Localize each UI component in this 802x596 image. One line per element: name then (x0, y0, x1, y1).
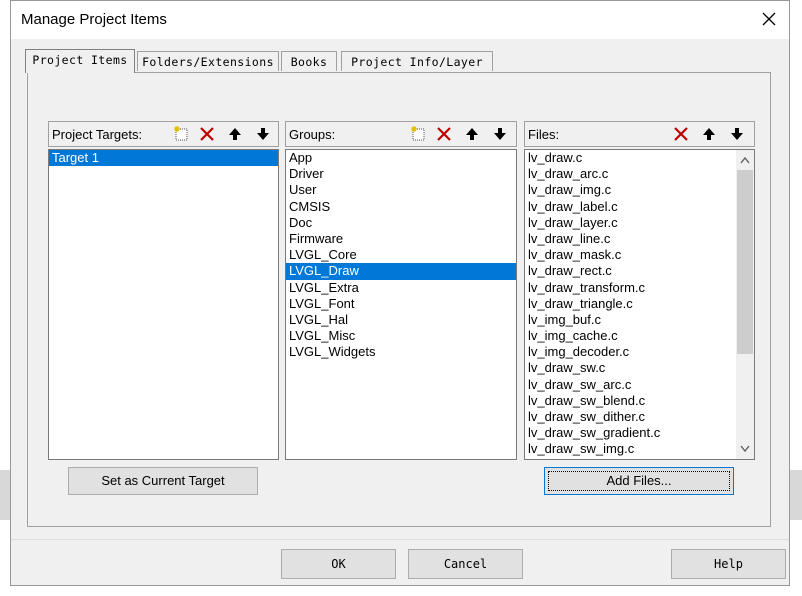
tab-folders-extensions[interactable]: Folders/Extensions (137, 51, 279, 71)
list-item[interactable]: lv_img_buf.c (525, 312, 754, 328)
list-item[interactable]: lv_draw_sw_arc.c (525, 377, 754, 393)
help-button[interactable]: Help (671, 549, 786, 579)
tab-label: Books (290, 55, 328, 69)
list-item[interactable]: LVGL_Core (286, 247, 516, 263)
move-file-down-icon[interactable] (726, 124, 748, 144)
delete-group-icon[interactable] (433, 124, 455, 144)
tab-project-items[interactable]: Project Items (25, 49, 135, 73)
list-item[interactable]: lv_draw_img.c (525, 182, 754, 198)
files-header: Files: (524, 121, 755, 147)
list-item[interactable]: lv_draw.c (525, 150, 754, 166)
list-item[interactable]: LVGL_Misc (286, 328, 516, 344)
manage-project-items-dialog: Manage Project Items Project Items Folde… (10, 0, 790, 586)
list-item[interactable]: lv_draw_sw_gradient.c (525, 425, 754, 441)
files-header-label: Files: (528, 127, 560, 142)
groups-list[interactable]: App Driver User CMSIS Doc Firmware LVGL_… (285, 149, 517, 460)
title-bar: Manage Project Items (11, 1, 789, 39)
tab-panel-project-items: Project Targets: Target 1 Groups: App Dr… (27, 72, 771, 527)
list-item[interactable]: lv_draw_line.c (525, 231, 754, 247)
set-target-label: Set as Current Target (101, 473, 225, 488)
list-item[interactable]: lv_draw_sw.c (525, 360, 754, 376)
list-item[interactable]: Doc (286, 215, 516, 231)
background-status-strip (0, 470, 10, 520)
targets-header: Project Targets: (48, 121, 279, 147)
background-status-strip-right (790, 470, 802, 520)
list-item[interactable]: LVGL_Font (286, 296, 516, 312)
files-scrollbar[interactable] (736, 150, 754, 459)
files-list[interactable]: lv_draw.c lv_draw_arc.c lv_draw_img.c lv… (524, 149, 755, 460)
move-target-down-icon[interactable] (252, 124, 274, 144)
list-item[interactable]: Target 1 (49, 150, 278, 167)
targets-header-label: Project Targets: (52, 127, 143, 142)
move-file-up-icon[interactable] (698, 124, 720, 144)
list-item[interactable]: lv_draw_mask.c (525, 247, 754, 263)
list-item[interactable]: LVGL_Widgets (286, 344, 516, 360)
new-target-icon[interactable] (170, 124, 192, 144)
list-item[interactable]: lv_draw_layer.c (525, 215, 754, 231)
ok-label: OK (331, 557, 346, 571)
footer-separator (11, 539, 789, 540)
help-label: Help (714, 557, 743, 571)
tab-label: Project Items (32, 53, 128, 67)
tab-label: Folders/Extensions (142, 55, 274, 69)
ok-button[interactable]: OK (281, 549, 396, 579)
list-item[interactable]: lv_img_decoder.c (525, 344, 754, 360)
scrollbar-thumb[interactable] (737, 170, 753, 354)
move-group-down-icon[interactable] (489, 124, 511, 144)
list-item[interactable]: LVGL_Extra (286, 280, 516, 296)
move-target-up-icon[interactable] (224, 124, 246, 144)
list-item[interactable]: lv_draw_transform.c (525, 280, 754, 296)
groups-header: Groups: (285, 121, 517, 147)
delete-file-icon[interactable] (670, 124, 692, 144)
groups-header-label: Groups: (289, 127, 336, 142)
scroll-down-icon[interactable] (736, 440, 754, 458)
list-item[interactable]: Firmware (286, 231, 516, 247)
list-item[interactable]: lv_draw_sw_img.c (525, 441, 754, 457)
new-group-icon[interactable] (407, 124, 429, 144)
delete-target-icon[interactable] (196, 124, 218, 144)
list-item[interactable]: lv_draw_triangle.c (525, 296, 754, 312)
list-item[interactable]: lv_img_cache.c (525, 328, 754, 344)
list-item[interactable]: lv_draw_label.c (525, 199, 754, 215)
list-item[interactable]: CMSIS (286, 199, 516, 215)
list-item[interactable]: lv_draw_rect.c (525, 263, 754, 279)
set-as-current-target-button[interactable]: Set as Current Target (68, 467, 258, 495)
list-item[interactable]: lv_draw_sw_dither.c (525, 409, 754, 425)
tab-project-info-layer[interactable]: Project Info/Layer (341, 51, 493, 71)
focus-rectangle (548, 471, 730, 491)
list-item[interactable]: User (286, 182, 516, 198)
move-group-up-icon[interactable] (461, 124, 483, 144)
tab-label: Project Info/Layer (351, 55, 483, 69)
list-item[interactable]: LVGL_Hal (286, 312, 516, 328)
targets-list[interactable]: Target 1 (48, 149, 279, 460)
list-item[interactable]: App (286, 150, 516, 166)
list-item[interactable]: lv_draw_sw_blend.c (525, 393, 754, 409)
list-item[interactable]: Driver (286, 166, 516, 182)
list-item[interactable]: LVGL_Draw (286, 263, 516, 280)
cancel-button[interactable]: Cancel (408, 549, 523, 579)
add-files-button[interactable]: Add Files... (544, 467, 734, 495)
tab-books[interactable]: Books (281, 51, 337, 71)
scroll-up-icon[interactable] (736, 151, 754, 169)
dialog-title: Manage Project Items (21, 11, 167, 28)
close-icon[interactable] (759, 9, 779, 29)
list-item[interactable]: lv_draw_arc.c (525, 166, 754, 182)
cancel-label: Cancel (443, 557, 488, 571)
